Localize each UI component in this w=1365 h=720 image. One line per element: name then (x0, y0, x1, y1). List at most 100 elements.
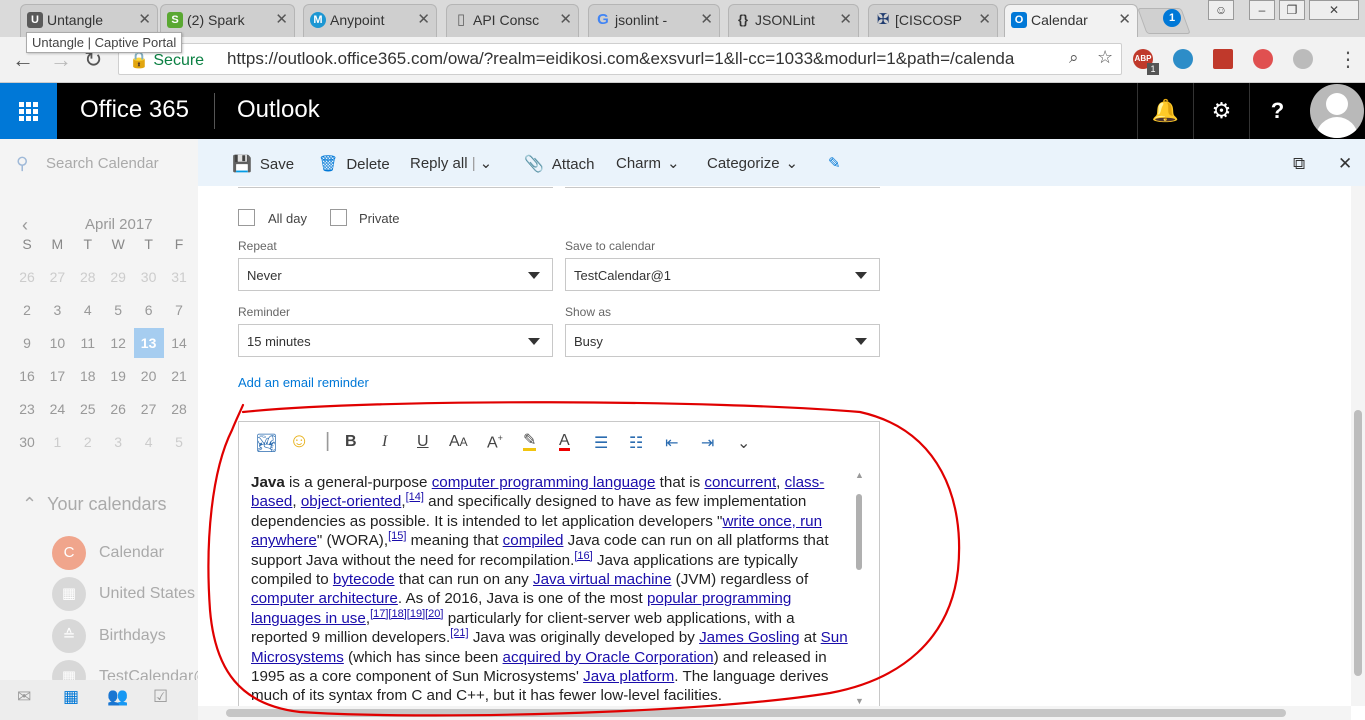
emoji-icon[interactable]: ☺ (289, 430, 309, 453)
reply-all-button[interactable]: Reply all | ⌄ (410, 154, 492, 172)
calendar-day[interactable]: 1 (42, 427, 72, 457)
calendar-day[interactable]: 11 (73, 328, 103, 358)
browser-tab-api-console[interactable]: ▯ API Consc ✕ (446, 4, 579, 37)
browser-tab-calendar[interactable]: O Calendar ✕ (1004, 4, 1138, 37)
calendar-day[interactable]: 12 (103, 328, 133, 358)
attach-button[interactable]: 📎 Attach (524, 154, 594, 174)
calendar-day[interactable]: 9 (12, 328, 42, 358)
show-as-dropdown[interactable]: Busy (565, 324, 880, 357)
private-checkbox[interactable] (330, 209, 347, 226)
link[interactable]: James Gosling (699, 629, 799, 646)
link[interactable]: compiled (503, 532, 564, 549)
close-window-icon[interactable]: ✕ (1309, 0, 1359, 20)
vertical-scroll-thumb[interactable] (1354, 410, 1362, 676)
calendar-icon[interactable]: ▦ (63, 687, 79, 707)
repeat-dropdown[interactable]: Never (238, 258, 553, 291)
page-vertical-scrollbar[interactable] (1351, 186, 1365, 706)
url-text[interactable]: https://outlook.office365.com/owa/?realm… (227, 49, 1077, 69)
close-form-icon[interactable]: ✕ (1338, 154, 1352, 174)
calendar-item-birthdays[interactable]: ≙ Birthdays (52, 619, 198, 655)
calendar-day-today[interactable]: 13 (133, 328, 164, 358)
browser-tab-anypoint[interactable]: M Anypoint ✕ (303, 4, 437, 37)
tasks-checkbox-icon[interactable]: ☑ (153, 687, 168, 707)
link[interactable]: bytecode (333, 571, 395, 588)
notifications-bell-icon[interactable]: 🔔 (1137, 83, 1193, 139)
numbered-list-icon[interactable]: ☷ (629, 433, 643, 453)
bullet-list-icon[interactable]: ☰ (594, 433, 608, 453)
citation[interactable]: [21] (450, 627, 468, 639)
calendar-day[interactable]: 24 (42, 394, 72, 424)
calendar-item-us-holidays[interactable]: ▦ United States h (52, 577, 208, 613)
insert-picture-icon[interactable]: 🏞 (255, 433, 278, 454)
font-grow-icon[interactable]: A+ (487, 433, 503, 452)
citation[interactable]: [17][18][19][20] (370, 608, 443, 620)
bookmark-star-icon[interactable]: ☆ (1097, 47, 1113, 68)
restore-icon[interactable]: ❐ (1279, 0, 1305, 20)
calendar-day[interactable]: 6 (134, 295, 164, 325)
calendar-day[interactable]: 17 (42, 361, 72, 391)
location-field-bottom[interactable] (238, 186, 553, 188)
link[interactable]: object-oriented (301, 493, 401, 510)
scroll-up-arrow-icon[interactable]: ▲ (855, 470, 864, 480)
calendar-day[interactable]: 5 (164, 427, 194, 457)
link[interactable]: acquired by Oracle Corporation (503, 649, 714, 666)
calendar-day[interactable]: 3 (103, 427, 133, 457)
calendar-day[interactable]: 30 (12, 427, 42, 457)
close-tab-icon[interactable]: ✕ (559, 5, 572, 35)
close-tab-icon[interactable]: ✕ (1118, 5, 1131, 35)
zoom-search-icon[interactable]: ⌕ (1069, 48, 1079, 68)
calendar-item-calendar[interactable]: C Calendar (52, 536, 198, 572)
decrease-indent-icon[interactable]: ⇤ (665, 433, 678, 453)
calendar-day[interactable]: 28 (164, 394, 194, 424)
app-name[interactable]: Outlook (237, 96, 320, 124)
close-tab-icon[interactable]: ✕ (839, 5, 852, 35)
attendees-field-bottom[interactable] (565, 186, 880, 188)
link[interactable]: Java virtual machine (533, 571, 671, 588)
url-field[interactable]: 🔒 Secure https://outlook.office365.com/o… (118, 43, 1122, 75)
calendar-day[interactable]: 29 (103, 262, 133, 292)
calendar-day[interactable]: 2 (12, 295, 42, 325)
pop-out-window-icon[interactable]: ⧉ (1293, 154, 1305, 174)
calendar-day[interactable]: 23 (12, 394, 42, 424)
calendar-day[interactable]: 26 (12, 262, 42, 292)
horizontal-scroll-thumb[interactable] (226, 709, 1286, 717)
link[interactable]: Java platform (583, 668, 674, 685)
browser-tab-jsonlint-google[interactable]: G jsonlint - ✕ (588, 4, 720, 37)
profile-icon[interactable]: ☺ (1208, 0, 1234, 20)
grey-ext-icon[interactable] (1293, 49, 1313, 69)
calendar-day[interactable]: 27 (42, 262, 72, 292)
bold-icon[interactable]: B (345, 433, 357, 451)
calendar-day[interactable]: 25 (73, 394, 103, 424)
calendar-day[interactable]: 4 (134, 427, 164, 457)
calendar-day[interactable]: 19 (103, 361, 133, 391)
editor-scrollbar[interactable]: ▲ ▼ (854, 470, 864, 706)
search-calendar-input[interactable]: ⚲ Search Calendar (16, 154, 159, 174)
close-tab-icon[interactable]: ✕ (138, 5, 151, 35)
mail-icon[interactable]: ✉ (17, 687, 31, 707)
citation[interactable]: [15] (388, 530, 406, 542)
font-color-icon[interactable]: A (559, 433, 570, 451)
citation[interactable]: [14] (406, 491, 424, 503)
description-editor[interactable]: 🏞 ☺ | B I U AA A+ ✎ A ☰ ☷ ⇤ ⇥ ⌄ Java is … (238, 421, 880, 706)
minimize-icon[interactable]: – (1249, 0, 1275, 20)
close-tab-icon[interactable]: ✕ (700, 5, 713, 35)
citation[interactable]: [16] (574, 550, 592, 562)
pdf-ext-icon[interactable] (1213, 49, 1233, 69)
settings-gear-icon[interactable]: ⚙ (1193, 83, 1249, 139)
calendar-day[interactable]: 2 (73, 427, 103, 457)
calendar-day[interactable]: 10 (42, 328, 72, 358)
reminder-dropdown[interactable]: 15 minutes (238, 324, 553, 357)
editor-body-text[interactable]: Java is a general-purpose computer progr… (251, 473, 853, 706)
browser-tab-jsonlint[interactable]: {} JSONLint ✕ (728, 4, 859, 37)
calendar-day[interactable]: 30 (134, 262, 164, 292)
scroll-down-arrow-icon[interactable]: ▼ (855, 696, 864, 706)
calendar-day[interactable]: 26 (103, 394, 133, 424)
red-ext-icon[interactable] (1253, 49, 1273, 69)
save-button[interactable]: 💾 Save (232, 154, 294, 174)
calendar-day[interactable]: 27 (134, 394, 164, 424)
calendar-day[interactable]: 14 (164, 328, 194, 358)
underline-icon[interactable]: U (417, 433, 429, 451)
italic-icon[interactable]: I (382, 433, 387, 451)
help-question-icon[interactable]: ? (1249, 83, 1305, 139)
browser-tab-ciscosp[interactable]: ✠ [CISCOSP ✕ (868, 4, 998, 37)
